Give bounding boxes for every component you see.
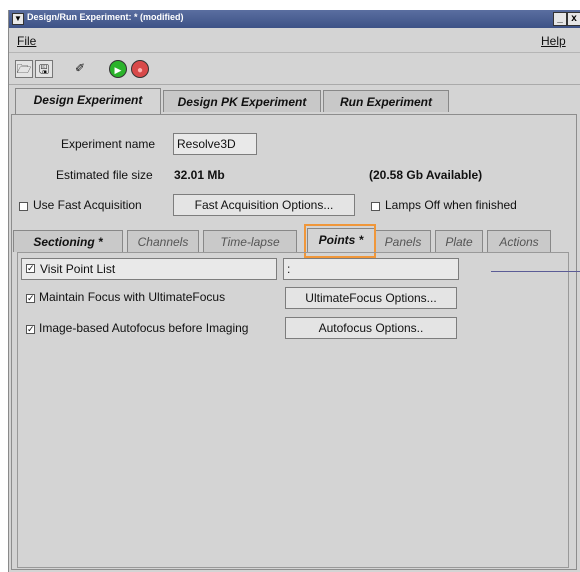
tab-time-lapse[interactable]: Time-lapse [203, 230, 297, 252]
experiment-window: ▼ Design/Run Experiment: * (modified) _ … [8, 10, 580, 572]
tab-sectioning[interactable]: Sectioning * [13, 230, 123, 252]
menu-file[interactable]: File [17, 34, 36, 48]
toolbar: 🗁 🖫 ✐ ▶ ● [9, 54, 580, 85]
fast-acquisition-label: Use Fast Acquisition [33, 198, 142, 212]
tab-plate[interactable]: Plate [435, 230, 483, 252]
maintain-focus-label: Maintain Focus with UltimateFocus [39, 290, 226, 304]
experiment-name-input[interactable]: Resolve3D [173, 133, 257, 155]
save-icon: 🖫 [38, 62, 50, 76]
visit-point-list-checkbox[interactable]: ✓ [26, 264, 35, 273]
window-title: Design/Run Experiment: * (modified) [27, 12, 184, 22]
main-tabs: Design Experiment Design PK Experiment R… [9, 88, 580, 116]
visit-point-list-row[interactable]: Visit Point List [21, 258, 277, 280]
autofocus-label: Image-based Autofocus before Imaging [39, 321, 249, 335]
save-button[interactable]: 🖫 [35, 60, 53, 78]
tab-panels[interactable]: Panels [375, 230, 431, 252]
wizard-icon: ✐ [74, 61, 86, 75]
estimated-size-value: 32.01 Mb [174, 168, 225, 182]
wizard-button[interactable]: ✐ [71, 60, 89, 78]
close-button[interactable]: x [567, 12, 580, 26]
tab-run-experiment[interactable]: Run Experiment [323, 90, 449, 112]
lamps-off-label: Lamps Off when finished [385, 198, 517, 212]
tab-channels[interactable]: Channels [127, 230, 199, 252]
maintain-focus-checkbox[interactable]: ✓ [26, 294, 35, 303]
title-bar[interactable]: ▼ Design/Run Experiment: * (modified) _ … [9, 10, 580, 28]
minimize-button[interactable]: _ [553, 12, 567, 26]
autofocus-options-button[interactable]: Autofocus Options.. [285, 317, 457, 339]
autofocus-checkbox[interactable]: ✓ [26, 325, 35, 334]
visit-point-list-field[interactable]: : [283, 258, 459, 280]
estimated-size-label: Estimated file size [56, 168, 153, 182]
menu-help[interactable]: Help [541, 34, 566, 48]
window-menu-icon[interactable]: ▼ [12, 13, 24, 25]
tab-design-pk-experiment[interactable]: Design PK Experiment [163, 90, 321, 112]
run-button[interactable]: ▶ [109, 60, 127, 78]
lamps-off-checkbox[interactable] [371, 202, 380, 211]
available-space: (20.58 Gb Available) [369, 168, 483, 182]
tab-actions[interactable]: Actions [487, 230, 551, 252]
visit-point-list-label: Visit Point List [40, 262, 116, 276]
ultimatefocus-options-button[interactable]: UltimateFocus Options... [285, 287, 457, 309]
fast-acquisition-checkbox[interactable] [19, 202, 28, 211]
stop-icon: ● [136, 65, 144, 76]
annotation-line [491, 271, 580, 272]
open-icon: 🗁 [16, 62, 32, 76]
menu-bar: File Help [9, 30, 580, 53]
stop-button[interactable]: ● [131, 60, 149, 78]
fast-acquisition-options-button[interactable]: Fast Acquisition Options... [173, 194, 355, 216]
tab-design-experiment[interactable]: Design Experiment [15, 88, 161, 114]
sub-tabs: Sectioning * Channels Time-lapse Points … [13, 228, 563, 252]
open-button[interactable]: 🗁 [15, 60, 33, 78]
experiment-name-label: Experiment name [61, 137, 156, 151]
play-icon: ▶ [114, 65, 122, 75]
